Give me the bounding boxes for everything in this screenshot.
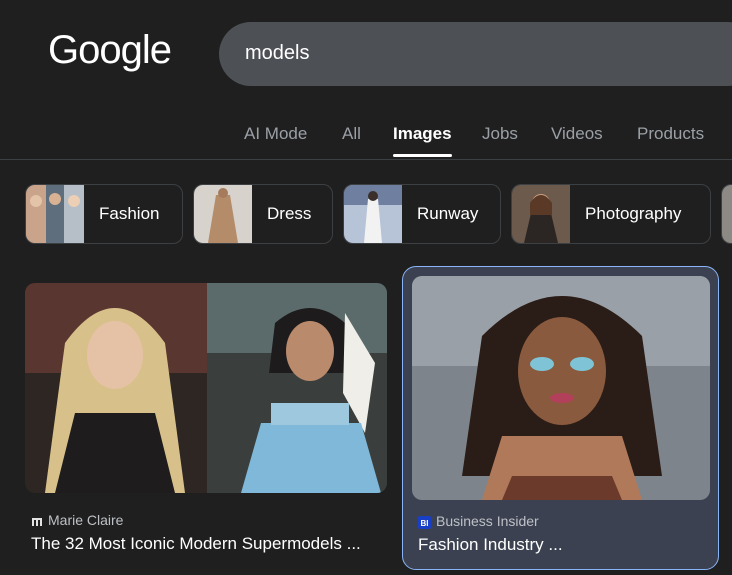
tab-all[interactable]: All — [342, 124, 361, 144]
chip-label: Dress — [267, 204, 312, 223]
result-image[interactable] — [25, 283, 387, 493]
tab-jobs[interactable]: Jobs — [482, 124, 518, 144]
chip-thumbnail — [722, 185, 732, 243]
marie-claire-icon — [31, 515, 43, 528]
result-source: Marie Claire — [31, 512, 123, 528]
chip-more[interactable] — [721, 184, 732, 244]
chip-photography[interactable]: Photography — [511, 184, 711, 244]
result-title[interactable]: The 32 Most Iconic Modern Supermodels ..… — [31, 534, 361, 554]
chip-label: Fashion — [99, 204, 160, 223]
chip-thumbnail — [26, 185, 84, 243]
chip-fashion[interactable]: Fashion — [25, 184, 183, 244]
tab-ai-mode[interactable]: AI Mode — [244, 124, 307, 144]
result-source: BI Business Insider — [418, 513, 539, 529]
image-result-card[interactable]: Marie Claire The 32 Most Iconic Modern S… — [25, 266, 387, 570]
chip-thumbnail — [344, 185, 402, 243]
result-image[interactable] — [412, 276, 710, 500]
tab-images[interactable]: Images — [393, 124, 452, 157]
header: Google models — [0, 0, 732, 110]
result-image-graphic — [25, 283, 387, 493]
result-source-name: Business Insider — [436, 513, 539, 529]
related-chips: Fashion Dress Runway Photography — [0, 184, 732, 244]
tab-products[interactable]: Products — [637, 124, 704, 144]
chip-runway[interactable]: Runway — [343, 184, 501, 244]
chip-thumbnail — [194, 185, 252, 243]
search-input[interactable]: models — [245, 42, 309, 65]
search-tabs: AI Mode All Images Jobs Videos Products — [0, 110, 732, 160]
result-image-graphic — [412, 276, 710, 500]
search-box[interactable]: models — [219, 22, 732, 86]
result-title[interactable]: Fashion Industry ... — [418, 535, 563, 555]
chip-thumbnail — [512, 185, 570, 243]
chip-dress[interactable]: Dress — [193, 184, 333, 244]
svg-text:BI: BI — [421, 519, 429, 528]
chip-label: Photography — [585, 204, 682, 223]
result-source-name: Marie Claire — [48, 512, 124, 528]
tab-videos[interactable]: Videos — [551, 124, 603, 144]
chip-label: Runway — [417, 204, 479, 223]
image-result-card-selected[interactable]: BI Business Insider Fashion Industry ... — [402, 266, 719, 570]
google-logo[interactable]: Google — [48, 28, 172, 73]
business-insider-icon: BI — [418, 515, 431, 529]
